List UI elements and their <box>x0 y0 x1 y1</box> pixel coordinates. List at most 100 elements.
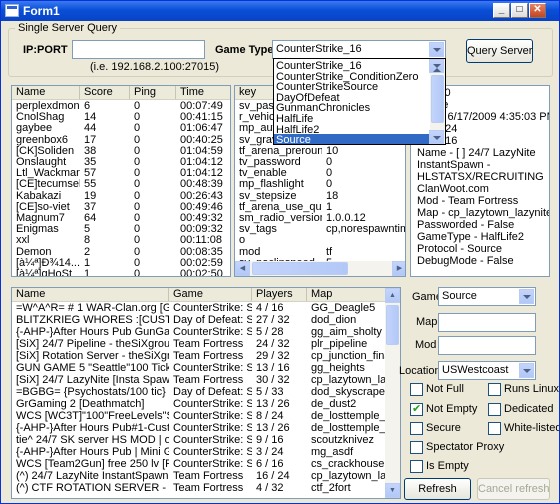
checkbox-label-white-listed[interactable]: White-listed <box>504 422 559 434</box>
player-row[interactable]: gaybee 44 0 01:06:47 <box>12 122 230 134</box>
server-row[interactable]: WCS [WC3T]"100"FreeLevels"Sav... CounterS… <box>12 410 387 422</box>
scroll-down-icon[interactable] <box>429 130 444 144</box>
query-server-button[interactable]: Query Server <box>466 39 533 63</box>
rule-row[interactable]: sm_radio_version 1.0.0.12 <box>235 212 405 224</box>
server-map: plr_pipeline <box>311 338 368 350</box>
server-row[interactable]: {-AHP-}After Hours Pub | Mini Games... Co… <box>12 446 387 458</box>
player-row[interactable]: [CK]Soliden 38 0 01:04:59 <box>12 145 230 157</box>
scroll-left-icon[interactable]: ◀ <box>235 261 250 276</box>
checkbox-label-dedicated[interactable]: Dedicated <box>504 403 554 415</box>
server-game: CounterStrike: S... <box>173 326 252 338</box>
players-col-score[interactable]: Score <box>80 86 130 99</box>
scroll-up-icon[interactable]: ▲ <box>385 288 400 303</box>
checkbox-dedicated[interactable] <box>488 403 501 416</box>
dropdown-scroll-thumb[interactable] <box>431 75 444 123</box>
servers-list[interactable]: Name Game Players Map =W^A^R= # 1 WAR-Cl… <box>11 287 401 499</box>
chevron-down-icon[interactable] <box>519 363 534 378</box>
checkbox-label-not-empty[interactable]: Not Empty <box>426 403 477 415</box>
server-row[interactable]: =W^A^R= # 1 WAR-Clan.org [GunG... Counter… <box>12 302 387 314</box>
players-col-time[interactable]: Time <box>176 86 230 99</box>
player-row[interactable]: [CE]tecumseh 55 0 00:48:39 <box>12 178 230 190</box>
player-row[interactable]: perplexdmonk... 6 0 00:07:49 <box>12 100 230 112</box>
chevron-down-icon[interactable] <box>429 42 444 57</box>
rule-row[interactable]: tv_password 0 <box>235 156 405 168</box>
filter-map-input[interactable] <box>438 313 536 332</box>
server-row[interactable]: {-AHP-}After Hours Pub GunGame T... Count… <box>12 326 387 338</box>
servers-col-game[interactable]: Game <box>169 288 252 301</box>
player-row[interactable]: Ltl_Wackman 57 0 01:04:12 <box>12 167 230 179</box>
rule-row[interactable]: sv_stepsize 18 <box>235 190 405 202</box>
dropdown-scrollbar[interactable] <box>429 59 445 144</box>
servers-col-players[interactable]: Players <box>252 288 307 301</box>
rule-row[interactable]: mp_flashlight 0 <box>235 178 405 190</box>
server-row[interactable]: BLITZKRIEG WHORES :[CUSTOM... Day of Defe… <box>12 314 387 326</box>
rule-row[interactable]: sv_tags cp,norespawntim... <box>235 223 405 235</box>
title-bar[interactable]: Form1 _ □ ✕ <box>1 1 559 21</box>
player-row[interactable]: Enigmas 5 0 00:09:32 <box>12 223 230 235</box>
server-row[interactable]: [SiX] Rotation Server - theSiXgroup... Te… <box>12 350 387 362</box>
filter-location-select[interactable]: USWestcoast <box>438 361 536 380</box>
filter-mod-input[interactable] <box>438 336 536 355</box>
checkbox-label-is-empty[interactable]: Is Empty <box>426 460 469 472</box>
server-row[interactable]: (^) 24/7 LazyNite InstantSpawn - HL... Te… <box>12 470 387 482</box>
checkbox-is-empty[interactable] <box>410 460 423 473</box>
chevron-down-icon[interactable] <box>519 289 534 304</box>
server-row[interactable]: [SiX] 24/7 Pipeline - theSiXgroup.c... Te… <box>12 338 387 350</box>
players-list[interactable]: Name Score Ping Time perplexdmonk...6000… <box>11 85 231 277</box>
server-row[interactable]: WCS [Team2Gun] free 250 lv [Fast... Count… <box>12 458 387 470</box>
rules-hscroll-thumb[interactable] <box>252 262 348 275</box>
checkbox-not-empty[interactable] <box>410 402 423 416</box>
players-col-name[interactable]: Name <box>12 86 80 99</box>
checkbox-label-not-full[interactable]: Not Full <box>426 383 464 395</box>
server-row[interactable]: [SiX] 24/7 LazyNite [Insta Spawn] ... Tea… <box>12 374 387 386</box>
player-row[interactable]: CnolShag 14 0 00:41:15 <box>12 111 230 123</box>
server-row[interactable]: tie^ 24/7 SK server HS MOD | optio... Cou… <box>12 434 387 446</box>
cancel-refresh-button[interactable]: Cancel refresh <box>477 478 550 500</box>
servers-col-name[interactable]: Name <box>12 288 169 301</box>
server-row[interactable]: (^) CTF ROTATION SERVER - [Hlst... Team F… <box>12 482 387 494</box>
servers-col-map[interactable]: Map <box>307 288 387 301</box>
server-row[interactable]: =BGBG= {Psychostats/100 tic} Day of Defea… <box>12 386 387 398</box>
checkbox-label-runs-linux[interactable]: Runs Linux <box>504 383 559 395</box>
rule-row[interactable]: mod tf <box>235 246 405 258</box>
player-row[interactable]: xxl 8 0 00:11:08 <box>12 234 230 246</box>
checkbox-runs-linux[interactable] <box>488 383 501 396</box>
rules-hscrollbar[interactable]: ◀ ▶ <box>235 261 405 276</box>
rule-row[interactable]: tf_arena_use_queue 1 <box>235 201 405 213</box>
scroll-down-icon[interactable]: ▼ <box>385 483 400 498</box>
player-row[interactable]: [à¼ª]gHoSt 1 0 00:02:50 <box>12 268 230 276</box>
ip-port-input[interactable] <box>72 40 205 59</box>
refresh-button[interactable]: Refresh <box>404 478 471 500</box>
maximize-button[interactable]: □ <box>511 3 528 18</box>
checkbox-spectator-proxy[interactable] <box>410 441 423 454</box>
scroll-up-icon[interactable] <box>429 59 444 73</box>
player-row[interactable]: greenbox6 17 0 00:40:25 <box>12 134 230 146</box>
filter-game-select[interactable]: Source <box>438 287 536 306</box>
server-row[interactable]: GUN GAME 5 "Seattle"100 Tick"[H... Counte… <box>12 362 387 374</box>
player-row[interactable]: [à¼ª]Ð¾14... 1 0 00:02:59 <box>12 257 230 269</box>
rule-row[interactable]: o <box>235 234 405 246</box>
rule-row[interactable]: tv_enable 0 <box>235 167 405 179</box>
game-type-select[interactable]: CounterStrike_16 <box>272 40 446 59</box>
player-row[interactable]: [CE]so-viet 37 0 00:49:46 <box>12 201 230 213</box>
checkbox-not-full[interactable] <box>410 383 423 396</box>
scroll-right-icon[interactable]: ▶ <box>392 261 405 276</box>
player-row[interactable]: Magnum7 64 0 00:49:32 <box>12 212 230 224</box>
checkbox-secure[interactable] <box>410 422 423 435</box>
player-row[interactable]: Onslaught 35 0 01:04:12 <box>12 156 230 168</box>
servers-vscroll-thumb[interactable] <box>386 305 399 345</box>
players-col-ping[interactable]: Ping <box>130 86 176 99</box>
minimize-button[interactable]: _ <box>493 3 510 18</box>
player-row[interactable]: Kabakazi 19 0 00:26:43 <box>12 190 230 202</box>
game-type-dropdown[interactable]: CounterStrike_16 CounterStrike_ConditionZ… <box>273 58 446 145</box>
checkbox-label-spectator-proxy[interactable]: Spectator Proxy <box>426 441 504 453</box>
checkbox-label-secure[interactable]: Secure <box>426 422 461 434</box>
rule-row[interactable]: tf_arena_preround... 10 <box>235 145 405 157</box>
server-row[interactable]: {-AHP-}After Hours Pub#1-Custom ... Count… <box>12 422 387 434</box>
server-row[interactable]: GrGaming 2 [Deathmatch] CounterStrike: S.… <box>12 398 387 410</box>
game-type-option[interactable]: Source <box>274 134 430 144</box>
close-button[interactable]: ✕ <box>529 3 546 18</box>
servers-vscrollbar[interactable]: ▲ ▼ <box>385 288 400 498</box>
player-row[interactable]: Demon 2 0 00:08:35 <box>12 246 230 258</box>
checkbox-white-listed[interactable] <box>488 422 501 435</box>
